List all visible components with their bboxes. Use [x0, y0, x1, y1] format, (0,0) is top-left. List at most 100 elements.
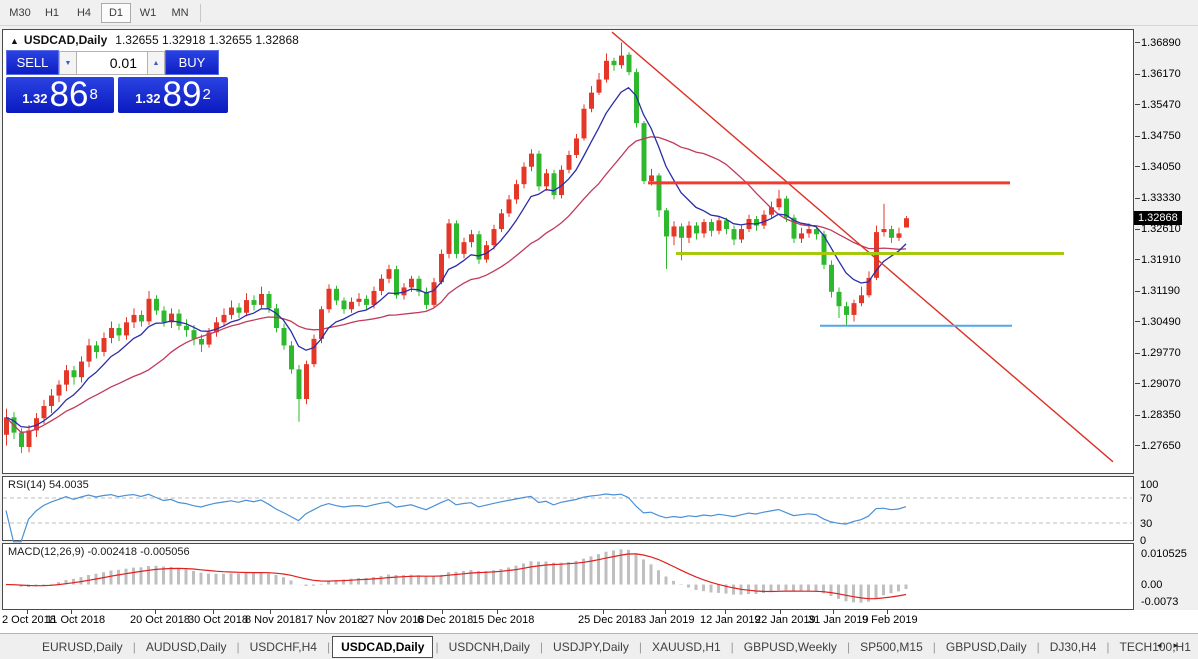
macd-label: MACD(12,26,9) -0.002418 -0.005056: [8, 546, 190, 558]
chart-tab-bar: EURUSD,Daily | AUDUSD,Daily | USDCHF,H4 | USDC…: [0, 633, 1198, 659]
toolbar-separator: [200, 3, 201, 22]
price-axis-tick: [1135, 73, 1140, 75]
chart-tab-eurusd[interactable]: EURUSD,Daily: [34, 637, 131, 657]
tab-scroll-arrows[interactable]: ◂▸: [1157, 640, 1190, 651]
chart-tab-audusd[interactable]: AUDUSD,Daily: [138, 637, 235, 657]
price-axis-label: 1.27650: [1141, 439, 1181, 452]
chart-tab-gbpusd[interactable]: GBPUSD,Daily: [938, 637, 1035, 657]
sell-button[interactable]: SELL: [6, 50, 59, 75]
tab-separator: |: [1036, 639, 1040, 654]
tab-separator: |: [236, 639, 240, 654]
chart-tab-usdchf[interactable]: USDCHF,H4: [242, 637, 325, 657]
price-axis-tick: [1135, 383, 1140, 385]
date-axis-label: 8 Nov 2018: [245, 614, 302, 626]
date-axis-label: 27 Nov 2018: [362, 614, 425, 626]
triangle-up-icon: ▲: [152, 59, 160, 67]
macd-axis-label: 0.010525: [1141, 548, 1187, 560]
date-axis-tick: [387, 610, 388, 614]
triangle-down-icon: ▼: [64, 59, 72, 67]
volume-increase-button[interactable]: ▲: [147, 51, 165, 75]
price-axis-label: 1.32610: [1141, 223, 1181, 236]
buy-price-big: 89: [162, 75, 202, 114]
date-axis-tick: [833, 610, 834, 614]
volume-input[interactable]: [77, 51, 147, 75]
date-axis-label: 17 Nov 2018: [301, 614, 364, 626]
rsi-pane[interactable]: [2, 476, 1134, 541]
chart-tab-usdcad[interactable]: USDCAD,Daily: [332, 635, 434, 658]
price-axis-tick: [1135, 414, 1140, 416]
rsi-axis-label: 70: [1140, 493, 1153, 505]
price-axis-tick: [1135, 42, 1140, 44]
date-axis-tick: [725, 610, 726, 614]
timeframe-button-h4[interactable]: H4: [69, 3, 99, 23]
date-axis-label: 12 Jan 2019: [700, 614, 761, 626]
timeframe-button-m30[interactable]: M30: [5, 3, 35, 23]
tab-separator: |: [326, 639, 331, 654]
date-axis-label: 11 Oct 2018: [46, 614, 106, 626]
date-axis-label: 22 Jan 2019: [755, 614, 816, 626]
date-axis-tick: [603, 610, 604, 614]
date-axis-tick: [71, 610, 72, 614]
date-axis-label: 20 Oct 2018: [130, 614, 190, 626]
price-axis-label: 1.28350: [1141, 409, 1181, 422]
date-axis-tick: [270, 610, 271, 614]
buy-price-button[interactable]: 1.32 89 2: [118, 77, 228, 113]
date-axis-label: 30 Oct 2018: [188, 614, 248, 626]
date-axis-label: 6 Dec 2018: [417, 614, 474, 626]
date-axis-tick: [780, 610, 781, 614]
chart-tab-xauusd[interactable]: XAUUSD,H1: [644, 637, 729, 657]
sell-price-pip: 8: [89, 86, 98, 103]
buy-price-prefix: 1.32: [135, 91, 161, 106]
rsi-axis-label: 100: [1140, 479, 1159, 491]
tab-separator: |: [132, 639, 136, 654]
timeframe-button-h1[interactable]: H1: [37, 3, 67, 23]
tab-separator: |: [435, 639, 439, 654]
timeframe-button-w1[interactable]: W1: [133, 3, 163, 23]
buy-button[interactable]: BUY: [165, 50, 219, 75]
date-axis-tick: [27, 610, 28, 614]
price-axis-tick: [1135, 135, 1140, 137]
chart-tab-sp500[interactable]: SP500,M15: [852, 637, 931, 657]
date-axis-label: 15 Dec 2018: [472, 614, 535, 626]
sell-price-prefix: 1.32: [22, 91, 48, 106]
price-axis-label: 1.31910: [1141, 253, 1181, 266]
rsi-axis-label: 30: [1140, 518, 1153, 530]
price-axis-tick: [1135, 228, 1140, 230]
tab-separator: |: [638, 639, 642, 654]
price-axis-label: 1.34050: [1141, 160, 1181, 173]
price-axis-label: 1.35470: [1141, 98, 1181, 111]
chart-tab-usdjpy[interactable]: USDJPY,Daily: [545, 637, 637, 657]
sell-price-button[interactable]: 1.32 86 8: [6, 77, 114, 113]
date-axis-label: 31 Jan 2019: [808, 614, 869, 626]
tab-separator: |: [1106, 639, 1110, 654]
price-axis-tick: [1135, 290, 1140, 292]
date-axis-tick: [665, 610, 666, 614]
price-axis-label: 1.33330: [1141, 192, 1181, 205]
price-axis-label: 1.34750: [1141, 130, 1181, 143]
price-axis-label: 1.31190: [1141, 285, 1180, 298]
volume-decrease-button[interactable]: ▼: [59, 51, 77, 75]
price-axis-tick: [1135, 104, 1140, 106]
timeframe-button-d1[interactable]: D1: [101, 2, 131, 23]
tab-separator: |: [539, 639, 544, 654]
sell-price-big: 86: [49, 75, 89, 114]
macd-axis-label: -0.0073: [1141, 596, 1179, 608]
date-axis-label: 9 Feb 2019: [862, 614, 918, 626]
rsi-axis-label: 0: [1140, 535, 1147, 547]
collapse-panel-icon[interactable]: ▲: [10, 36, 19, 46]
symbol-name: USDCAD,Daily: [23, 33, 108, 47]
date-axis-label: 3 Jan 2019: [640, 614, 695, 626]
chart-tab-dj30[interactable]: DJ30,H4: [1042, 637, 1105, 657]
date-axis-tick: [442, 610, 443, 614]
price-axis-tick: [1135, 166, 1140, 168]
date-axis-tick: [155, 610, 156, 614]
timeframe-toolbar: M30 H1 H4 D1 W1 MN: [0, 0, 1198, 26]
chart-tab-usdcnh[interactable]: USDCNH,Daily: [441, 637, 538, 657]
price-axis-label: 1.36170: [1141, 68, 1181, 81]
chart-tab-gbpusd[interactable]: GBPUSD,Weekly: [736, 637, 845, 657]
date-axis-tick: [326, 610, 327, 614]
price-axis-label: 1.29070: [1141, 377, 1181, 390]
date-axis-tick: [887, 610, 888, 614]
date-axis[interactable]: 2 Oct 2018 11 Oct 2018 20 Oct 2018 30 Oct 2…: [0, 610, 1198, 633]
timeframe-button-mn[interactable]: MN: [165, 3, 195, 23]
